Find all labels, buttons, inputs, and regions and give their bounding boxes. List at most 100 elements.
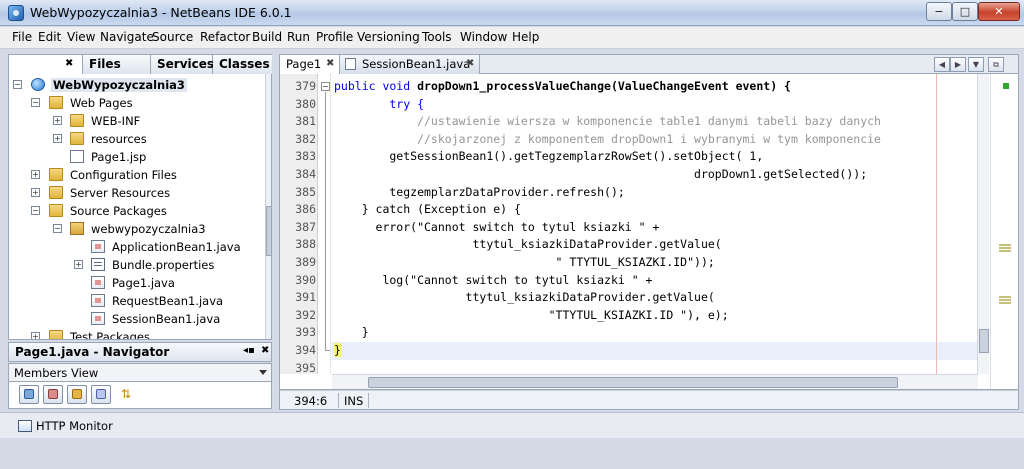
- expand-icon[interactable]: +: [31, 188, 40, 197]
- tree-item-bundle-properties[interactable]: + Bundle.properties: [9, 256, 259, 274]
- code-editor[interactable]: 379 380 381 382 383 384 385 386 387 388 …: [279, 74, 1019, 390]
- tree-item-sessionbean1[interactable]: SessionBean1.java: [9, 310, 259, 328]
- collapse-icon[interactable]: −: [53, 224, 62, 233]
- tree-scrollbar[interactable]: [265, 74, 271, 339]
- menu-window[interactable]: Window: [460, 30, 507, 44]
- close-button[interactable]: ✕: [978, 2, 1020, 21]
- show-static-button[interactable]: [43, 385, 63, 404]
- insert-mode: INS: [344, 394, 364, 408]
- tree-item-web-pages[interactable]: − Web Pages: [9, 94, 259, 112]
- collapse-icon[interactable]: −: [13, 80, 22, 89]
- collapse-icon[interactable]: −: [31, 206, 40, 215]
- right-margin-line: [936, 74, 937, 374]
- java-file-icon: [91, 240, 105, 253]
- menu-help[interactable]: Help: [512, 30, 539, 44]
- line-number: 393: [295, 325, 316, 340]
- sort-by-name-button[interactable]: [91, 385, 111, 404]
- navigator-view-select[interactable]: Members View: [8, 363, 272, 382]
- editor-hscroll-thumb[interactable]: [368, 377, 898, 388]
- close-icon[interactable]: ✖: [466, 55, 474, 73]
- tree-item-server-resources[interactable]: + Server Resources: [9, 184, 259, 202]
- tree-item-project[interactable]: − WebWypozyczalnia3: [9, 76, 259, 94]
- code-line: "TTYTUL_KSIAZKI.ID "), e);: [334, 307, 729, 325]
- tree-item-applicationbean1[interactable]: ApplicationBean1.java: [9, 238, 259, 256]
- static-icon: [48, 389, 58, 399]
- code-line: getSessionBean1().getTegzemplarzRowSet()…: [334, 148, 763, 166]
- code-text: try {: [334, 96, 425, 111]
- menu-bar: File Edit View Navigate Source Refactor …: [0, 27, 1024, 49]
- line-number: 379: [295, 79, 316, 93]
- tree-item-requestbean1[interactable]: RequestBean1.java: [9, 292, 259, 310]
- menu-edit[interactable]: Edit: [38, 30, 61, 44]
- menu-source[interactable]: Source: [152, 30, 193, 44]
- tree-item-test-packages[interactable]: + Test Packages: [9, 328, 259, 339]
- menu-tools[interactable]: Tools: [422, 30, 452, 44]
- show-fields-button[interactable]: [19, 385, 39, 404]
- collapse-icon[interactable]: −: [31, 98, 40, 107]
- maximize-button[interactable]: □: [952, 2, 978, 21]
- netbeans-app-icon: [8, 5, 24, 21]
- menu-build[interactable]: Build: [252, 30, 282, 44]
- menu-navigate[interactable]: Navigate: [100, 30, 154, 44]
- tree-item-page1-java[interactable]: Page1.java: [9, 274, 259, 292]
- editor-scrollbar-thumb[interactable]: [979, 329, 989, 353]
- lock-icon: [72, 389, 82, 399]
- tab-classes[interactable]: Classes: [213, 55, 272, 74]
- editor-vertical-scrollbar[interactable]: [977, 74, 989, 374]
- sort-by-source-icon[interactable]: ⇅: [121, 387, 131, 401]
- http-monitor-button[interactable]: HTTP Monitor: [36, 419, 113, 433]
- code-text: ttytul_ksiazkiDataProvider.getValue(: [334, 237, 722, 252]
- code-line: //ustawienie wiersza w komponencie table…: [334, 113, 881, 131]
- tab-sessionbean1[interactable]: SessionBean1.java ✖: [340, 55, 480, 74]
- expand-icon[interactable]: +: [53, 134, 62, 143]
- properties-file-icon: [91, 258, 105, 271]
- editor-horizontal-scrollbar[interactable]: [332, 374, 978, 389]
- tab-services[interactable]: Services: [151, 55, 214, 74]
- show-non-public-button[interactable]: [67, 385, 87, 404]
- expand-icon[interactable]: +: [31, 332, 40, 339]
- field-icon: [24, 389, 34, 399]
- tree-item-source-packages[interactable]: − Source Packages: [9, 202, 259, 220]
- expand-icon[interactable]: +: [31, 170, 40, 179]
- tree-item-page1-jsp[interactable]: Page1.jsp: [9, 148, 259, 166]
- code-line: tegzemplarzDataProvider.refresh();: [334, 184, 624, 202]
- code-text: //ustawienie wiersza w komponencie table…: [334, 114, 881, 129]
- tab-page1[interactable]: Page1 ✖: [280, 55, 340, 74]
- expand-icon[interactable]: +: [53, 116, 62, 125]
- tree-item-package[interactable]: − webwypozyczalnia3: [9, 220, 259, 238]
- show-opened-documents-button[interactable]: ▼: [968, 57, 984, 72]
- tab-files[interactable]: Files: [83, 55, 151, 74]
- expand-icon[interactable]: +: [74, 260, 83, 269]
- occurrence-mark[interactable]: [999, 244, 1011, 246]
- minimize-window-icon[interactable]: ◂▪: [243, 345, 255, 356]
- scroll-tabs-right-button[interactable]: ▶: [950, 57, 966, 72]
- fold-collapse-icon[interactable]: −: [321, 82, 330, 91]
- java-file-icon: [91, 276, 105, 289]
- close-icon[interactable]: ✖: [326, 55, 334, 73]
- line-number: 387: [295, 219, 316, 234]
- menu-run[interactable]: Run: [287, 30, 310, 44]
- line-number-gutter: 379 380 381 382 383 384 385 386 387 388 …: [280, 74, 318, 374]
- menu-refactor[interactable]: Refactor: [200, 30, 250, 44]
- menu-profile[interactable]: Profile: [316, 30, 353, 44]
- menu-view[interactable]: View: [67, 30, 95, 44]
- line-number: 388: [295, 237, 316, 252]
- occurrence-mark[interactable]: [999, 296, 1011, 298]
- code-line: log("Cannot switch to tytul ksiazki " +: [334, 272, 652, 290]
- line-number: 392: [295, 307, 316, 322]
- tree-item-configuration-files[interactable]: + Configuration Files: [9, 166, 259, 184]
- minimize-button[interactable]: −: [926, 2, 952, 21]
- code-text: " TTYTUL_KSIAZKI.ID"));: [334, 255, 715, 269]
- jsp-file-icon: [70, 150, 84, 163]
- menu-file[interactable]: File: [12, 30, 32, 44]
- restore-window-button[interactable]: ⧉: [988, 57, 1004, 72]
- scroll-tabs-left-button[interactable]: ◀: [934, 57, 950, 72]
- tree-item-web-inf[interactable]: + WEB-INF: [9, 112, 259, 130]
- tree-scrollbar-thumb[interactable]: [266, 206, 271, 256]
- close-icon[interactable]: ✖: [65, 55, 73, 73]
- projects-tab-strip: ✖ Files Services Classes: [8, 54, 272, 74]
- menu-versioning[interactable]: Versioning: [357, 30, 420, 44]
- tree-item-resources[interactable]: + resources: [9, 130, 259, 148]
- tab-projects[interactable]: ✖: [9, 55, 83, 74]
- close-icon[interactable]: ✖: [261, 345, 269, 356]
